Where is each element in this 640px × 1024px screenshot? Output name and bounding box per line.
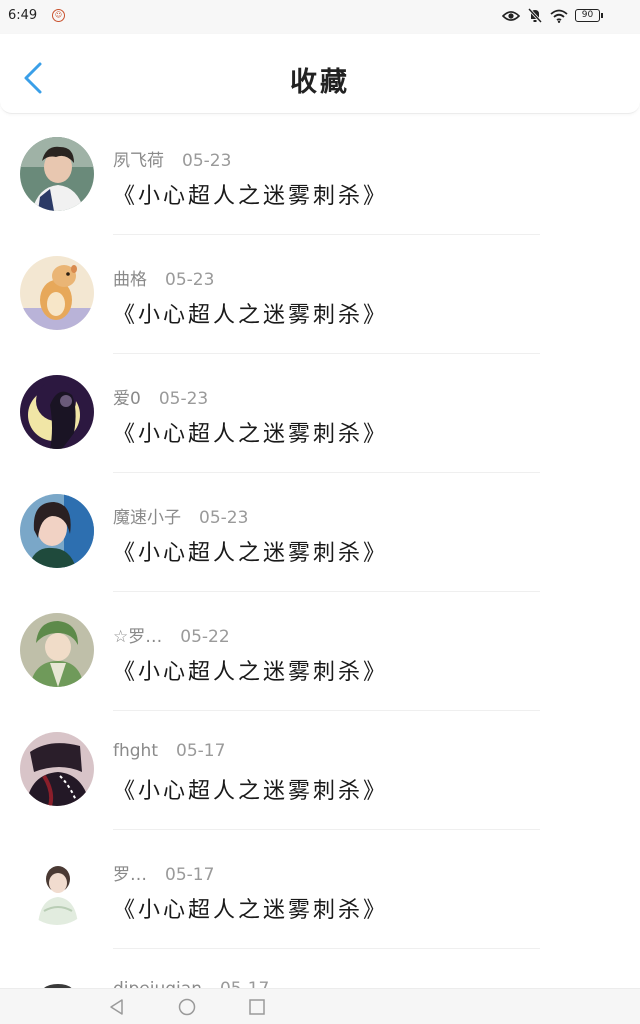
list-item[interactable]: 罗… 05-17 《小心超人之迷雾刺杀》 <box>0 830 640 949</box>
avatar[interactable] <box>20 375 94 449</box>
triangle-back-icon <box>110 999 123 1015</box>
list-item[interactable]: 曲格 05-23 《小心超人之迷雾刺杀》 <box>0 235 640 354</box>
avatar[interactable] <box>20 256 94 330</box>
square-recent-icon <box>249 999 265 1015</box>
book-title[interactable]: 《小心超人之迷雾刺杀》 <box>113 535 388 567</box>
navigation-bar <box>0 988 640 1024</box>
page-title: 收藏 <box>290 67 350 98</box>
avatar[interactable] <box>20 137 94 211</box>
nav-home-button[interactable] <box>178 998 196 1016</box>
user-name: fhght <box>113 741 158 761</box>
date: 05-23 <box>182 151 232 171</box>
avatar[interactable] <box>20 732 94 806</box>
wifi-icon <box>550 9 568 23</box>
date: 05-23 <box>165 270 215 290</box>
date: 05-17 <box>176 741 226 761</box>
date: 05-23 <box>158 389 209 409</box>
favorites-list: 夙飞荷 05-23 《小心超人之迷雾刺杀》 曲格 05-23 《小心超人之迷雾刺杀》 <box>0 116 640 1024</box>
date: 05-23 <box>199 508 249 528</box>
user-name: 曲格 <box>113 270 147 290</box>
date: 05-22 <box>180 627 230 647</box>
book-title[interactable]: 《小心超人之迷雾刺杀》 <box>113 297 388 329</box>
battery-indicator: 90 <box>575 9 603 22</box>
circle-home-icon <box>178 998 196 1016</box>
book-title[interactable]: 《小心超人之迷雾刺杀》 <box>113 654 388 686</box>
status-time: 6:49 <box>8 8 38 23</box>
list-item[interactable]: 爱0 05-23 《小心超人之迷雾刺杀》 <box>0 354 640 473</box>
avatar[interactable] <box>20 494 94 568</box>
book-title[interactable]: 《小心超人之迷雾刺杀》 <box>113 416 388 448</box>
list-item[interactable]: 夙飞荷 05-23 《小心超人之迷雾刺杀》 <box>0 116 640 235</box>
user-name: 魔速小子 <box>113 508 181 528</box>
eye-icon <box>502 10 520 21</box>
notification-icon: ☺ <box>52 9 65 22</box>
nav-recent-button[interactable] <box>248 998 266 1016</box>
book-title[interactable]: 《小心超人之迷雾刺杀》 <box>113 178 388 210</box>
status-bar: 6:49 ☺ 90 <box>0 0 640 34</box>
list-item[interactable]: 魔速小子 05-23 《小心超人之迷雾刺杀》 <box>0 473 640 592</box>
list-item[interactable]: fhght 05-17 《小心超人之迷雾刺杀》 <box>0 711 640 830</box>
user-name: 罗… <box>113 865 147 885</box>
header: 收藏 <box>0 34 640 114</box>
list-item[interactable]: ☆罗… 05-22 《小心超人之迷雾刺杀》 <box>0 592 640 711</box>
avatar[interactable] <box>20 613 94 687</box>
bell-off-icon <box>528 8 542 23</box>
book-title[interactable]: 《小心超人之迷雾刺杀》 <box>113 773 388 805</box>
user-name: 爱0 <box>113 389 141 409</box>
avatar[interactable] <box>20 851 94 925</box>
book-title[interactable]: 《小心超人之迷雾刺杀》 <box>113 892 388 924</box>
user-name: ☆罗… <box>113 627 163 647</box>
nav-back-button[interactable] <box>108 998 126 1016</box>
user-name: 夙飞荷 <box>113 151 164 171</box>
date: 05-17 <box>165 865 215 885</box>
